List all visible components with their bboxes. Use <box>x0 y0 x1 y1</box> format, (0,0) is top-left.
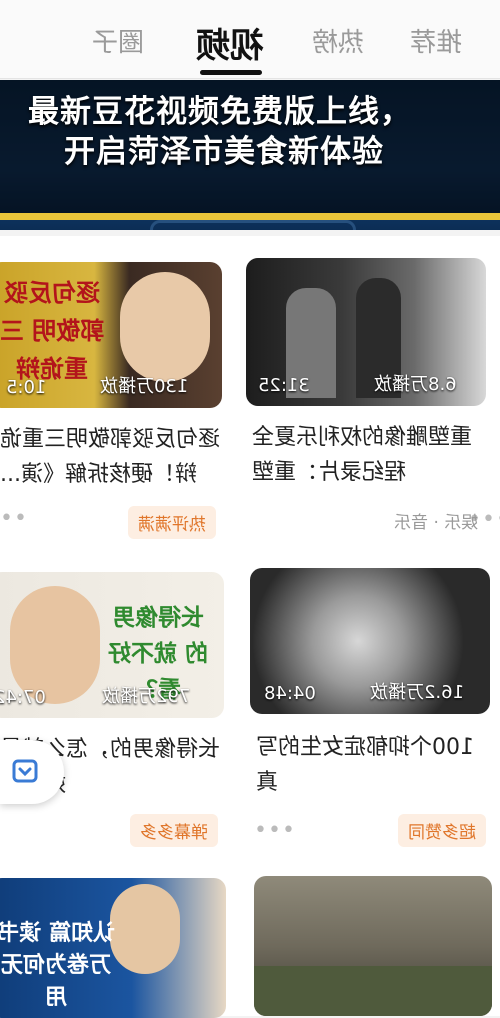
video-duration: 31:25 <box>258 375 310 396</box>
video-thumbnail[interactable]: 长得像男的 就不好看？ 07:42 792万播放 <box>0 572 224 718</box>
tab-recommend[interactable]: 推荐 <box>410 22 462 59</box>
video-tag: 热评满满 <box>128 506 216 539</box>
thumb-scenery <box>254 966 492 1016</box>
tab-video[interactable]: 视频 <box>196 18 264 67</box>
video-thumbnail[interactable]: 认知篇 读书万卷为何无用 <box>0 878 226 1018</box>
video-title[interactable]: 重塑雕像的权利乐夏全程纪录片：重塑 <box>252 420 486 490</box>
video-duration: 04:48 <box>264 683 316 704</box>
top-tab-bar: 推荐 热榜 视频 圈子 <box>0 0 500 79</box>
collection-button[interactable] <box>0 740 64 804</box>
active-tab-indicator <box>200 70 262 75</box>
thumb-overlay-text: 认知篇 读书万卷为何无用 <box>0 921 115 1010</box>
headline-overlay: 最新豆花视频免费版上线， 开启菏泽市美食新体验 <box>0 80 500 216</box>
video-tag: 超多赞同 <box>398 814 486 847</box>
collection-icon <box>12 759 38 783</box>
video-thumbnail[interactable] <box>254 876 492 1016</box>
video-views: 6.8万播放 <box>374 374 457 395</box>
video-views: 16.2万播放 <box>370 682 465 703</box>
banner-logo <box>150 220 356 230</box>
accent-bar <box>0 213 500 220</box>
video-tag: 弹幕多多 <box>130 814 218 847</box>
headline-line-2: 开启菏泽市美食新体验 <box>64 134 384 170</box>
video-thumbnail[interactable]: 04:48 16.2万播放 <box>250 568 490 714</box>
headline-line-1: 最新豆花视频免费版上线， <box>28 94 412 130</box>
more-dots-icon[interactable]: •• <box>0 506 28 531</box>
tab-circle[interactable]: 圈子 <box>92 22 144 59</box>
video-duration: 07:42 <box>0 687 46 708</box>
thumb-face <box>110 884 180 974</box>
video-category: 娱乐 · 音乐 <box>394 513 479 533</box>
video-thumbnail[interactable]: 31:25 6.8万播放 <box>246 258 486 406</box>
thumb-face <box>120 272 210 382</box>
video-duration: 10:5 <box>6 377 47 398</box>
thumb-overlay-text: 逐句反驳 郭敬明 三重诡辩 <box>0 279 105 383</box>
more-dots-icon[interactable]: ••• <box>254 818 296 843</box>
video-title[interactable]: 逐句反驳郭敬明三重诡辩！硬核拆解《演... <box>0 422 222 492</box>
tab-hot-list[interactable]: 热榜 <box>312 22 364 59</box>
video-views: 130万播放 <box>100 376 189 397</box>
video-title[interactable]: 100个抑郁症女生的写真 <box>256 730 488 800</box>
video-thumbnail[interactable]: 逐句反驳 郭敬明 三重诡辩 10:5 130万播放 <box>0 262 222 408</box>
video-views: 792万播放 <box>102 686 191 707</box>
